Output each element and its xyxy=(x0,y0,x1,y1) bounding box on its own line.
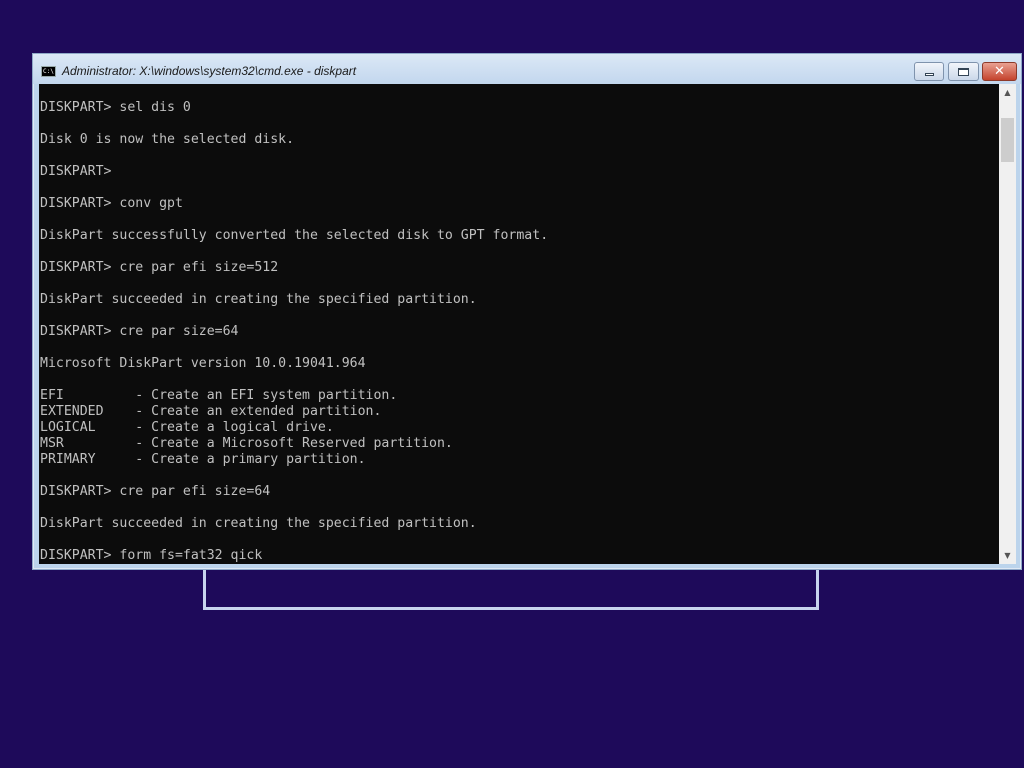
console-line: EXTENDED - Create an extended partition. xyxy=(40,404,382,419)
console-output[interactable]: DISKPART> sel dis 0 Disk 0 is now the se… xyxy=(39,84,999,564)
console-line: DISKPART> xyxy=(40,164,112,179)
console-line: DISKPART> cre par size=64 xyxy=(40,324,239,339)
console-line: DISKPART> form fs=fat32 qick xyxy=(40,548,263,563)
console-line: DiskPart succeeded in creating the speci… xyxy=(40,292,477,307)
close-icon: ✕ xyxy=(994,64,1005,79)
console-line: EFI - Create an EFI system partition. xyxy=(40,388,398,403)
close-button[interactable]: ✕ xyxy=(982,62,1017,81)
console-line: PRIMARY - Create a primary partition. xyxy=(40,452,366,467)
minimize-icon xyxy=(924,72,934,76)
console-line: DISKPART> sel dis 0 xyxy=(40,100,191,115)
scroll-down-icon[interactable]: ▼ xyxy=(999,547,1016,564)
maximize-icon xyxy=(958,67,969,76)
vertical-scrollbar[interactable]: ▲ ▼ xyxy=(999,84,1016,564)
console-line: DiskPart successfully converted the sele… xyxy=(40,228,549,243)
cmd-icon[interactable]: C:\ xyxy=(41,66,56,77)
console-line: MSR - Create a Microsoft Reserved partit… xyxy=(40,436,453,451)
console-text: DISKPART> sel dis 0 Disk 0 is now the se… xyxy=(39,84,999,564)
console-line: DISKPART> cre par efi size=512 xyxy=(40,260,279,275)
minimize-button[interactable] xyxy=(914,62,944,81)
scroll-thumb[interactable] xyxy=(1001,118,1014,162)
console-line: LOGICAL - Create a logical drive. xyxy=(40,420,334,435)
console-line: Disk 0 is now the selected disk. xyxy=(40,132,295,147)
console-line: Microsoft DiskPart version 10.0.19041.96… xyxy=(40,356,366,371)
maximize-button[interactable] xyxy=(948,62,979,81)
scroll-up-icon[interactable]: ▲ xyxy=(999,84,1016,101)
console-line: DISKPART> cre par efi size=64 xyxy=(40,484,271,499)
title-bar[interactable]: C:\ Administrator: X:\windows\system32\c… xyxy=(33,54,1021,84)
cmd-window: C:\ Administrator: X:\windows\system32\c… xyxy=(32,53,1022,570)
window-title: Administrator: X:\windows\system32\cmd.e… xyxy=(62,64,357,78)
console-line: DiskPart succeeded in creating the speci… xyxy=(40,516,477,531)
console-line: DISKPART> conv gpt xyxy=(40,196,183,211)
